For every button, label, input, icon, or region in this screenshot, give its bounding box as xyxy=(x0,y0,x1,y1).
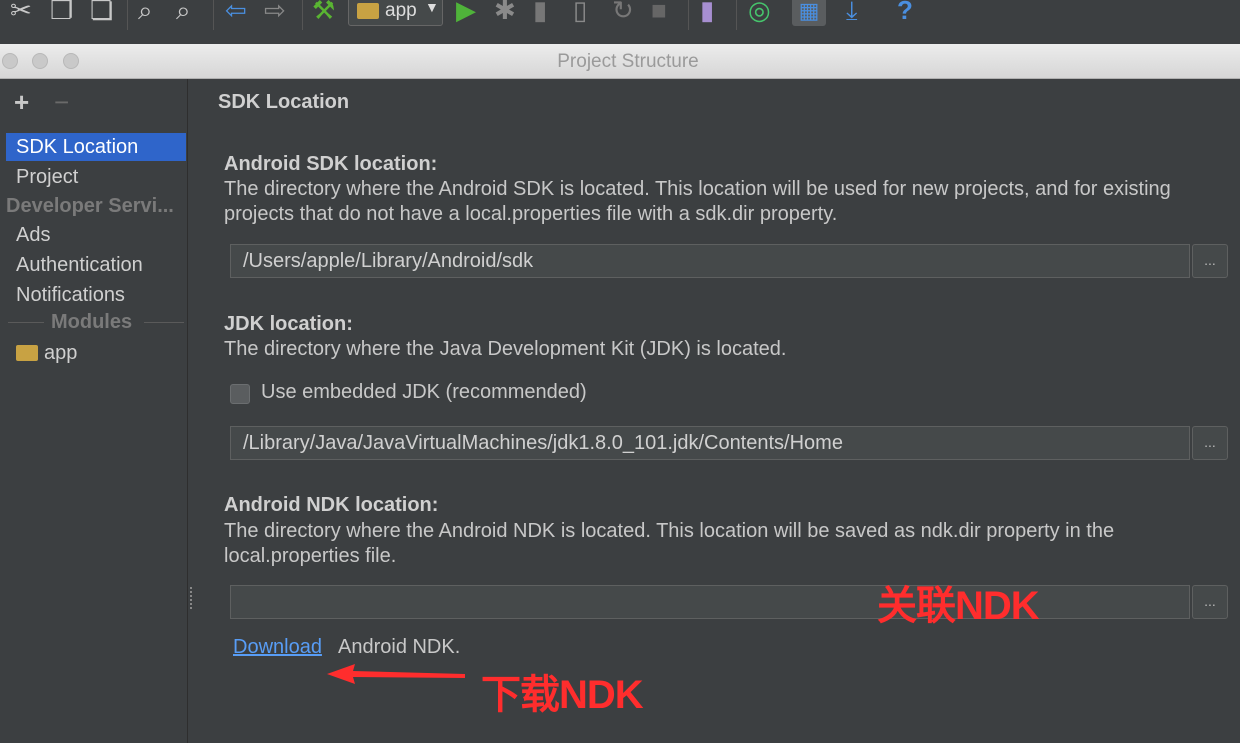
add-button[interactable]: + xyxy=(14,89,29,115)
download-ndk-link[interactable]: Download xyxy=(233,636,322,659)
sidebar-item-authentication[interactable]: Authentication xyxy=(6,251,186,279)
stop-icon[interactable]: ■ xyxy=(651,0,667,26)
module-folder-icon xyxy=(16,345,38,361)
sidebar-item-project[interactable]: Project xyxy=(6,163,186,191)
page-title: SDK Location xyxy=(218,91,350,113)
android-ndk-browse-button[interactable]: ... xyxy=(1192,585,1228,619)
toolbar-separator xyxy=(127,0,128,30)
sidebar: + − SDK Location Project Developer Servi… xyxy=(0,79,188,743)
back-icon[interactable]: ⇦ xyxy=(225,0,247,26)
replace-icon[interactable]: ⌕ xyxy=(176,0,191,26)
jdk-description: The directory where the Java Development… xyxy=(224,338,787,360)
android-sdk-browse-button[interactable]: ... xyxy=(1192,244,1228,278)
find-icon[interactable]: ⌕ xyxy=(138,0,153,26)
attach-debugger-icon[interactable]: ▯ xyxy=(573,0,587,26)
toolbar-separator xyxy=(688,0,689,30)
cut-icon[interactable]: ✂ xyxy=(10,0,32,26)
arrow-annotation xyxy=(327,664,465,684)
remove-button[interactable]: − xyxy=(54,89,69,115)
sidebar-item-app[interactable]: app xyxy=(6,339,186,367)
toolbar-separator xyxy=(302,0,303,30)
project-structure-dialog: Project Structure + − SDK Location Proje… xyxy=(0,44,1240,743)
copy-icon[interactable]: ❐ xyxy=(50,0,73,26)
forward-icon[interactable]: ⇨ xyxy=(264,0,286,26)
android-sdk-title: Android SDK location: xyxy=(224,153,438,175)
build-hammer-icon[interactable]: ⚒ xyxy=(312,0,335,26)
use-embedded-jdk-label[interactable]: Use embedded JDK (recommended) xyxy=(261,381,587,404)
modules-divider xyxy=(144,322,184,323)
sidebar-item-sdk-location[interactable]: SDK Location xyxy=(6,133,186,161)
sidebar-group-modules: Modules xyxy=(51,311,133,333)
sdk-location-panel: SDK Location Android SDK location: The d… xyxy=(188,79,1240,743)
download-ndk-annotation: 下载NDK xyxy=(481,673,644,717)
sdk-manager-icon[interactable]: ⤓ xyxy=(846,0,858,26)
toolbar-separator xyxy=(213,0,214,30)
run-configuration-label: app xyxy=(385,0,417,21)
sidebar-group-developer-services: Developer Servi... xyxy=(6,195,174,217)
jdk-path-field[interactable]: /Library/Java/JavaVirtualMachines/jdk1.8… xyxy=(230,426,1190,460)
jdk-title: JDK location: xyxy=(224,313,353,335)
link-ndk-annotation: 关联NDK xyxy=(877,584,1040,628)
android-ndk-description: The directory where the Android NDK is l… xyxy=(224,520,1115,567)
dialog-titlebar: Project Structure xyxy=(0,44,1240,79)
help-icon[interactable]: ? xyxy=(897,0,913,26)
project-structure-icon[interactable]: ▦ xyxy=(792,0,826,26)
android-sdk-description: The directory where the Android SDK is l… xyxy=(224,178,1171,225)
android-ndk-path-field[interactable] xyxy=(230,585,1190,619)
avd-manager-icon[interactable]: ▮ xyxy=(700,0,714,26)
dialog-title: Project Structure xyxy=(557,51,699,72)
jdk-browse-button[interactable]: ... xyxy=(1192,426,1228,460)
run-icon[interactable]: ▶ xyxy=(456,0,476,26)
sidebar-item-ads[interactable]: Ads xyxy=(6,221,186,249)
android-sdk-path-field[interactable]: /Users/apple/Library/Android/sdk xyxy=(230,244,1190,278)
ide-toolbar: ✂ ❐ ❏ ⌕ ⌕ ⇦ ⇨ ⚒ app ▼ ▶ ✱ ▮ ▯ ↻ ■ ▮ ◎ ▦ … xyxy=(0,0,1240,45)
run-configuration-select[interactable]: app ▼ xyxy=(348,0,443,26)
apply-changes-icon[interactable]: ↻ xyxy=(612,0,634,26)
use-embedded-jdk-checkbox[interactable] xyxy=(230,384,250,404)
paste-icon[interactable]: ❏ xyxy=(90,0,113,26)
profile-icon[interactable]: ▮ xyxy=(533,0,547,26)
debug-icon[interactable]: ✱ xyxy=(494,0,516,26)
download-ndk-text: Android NDK. xyxy=(338,636,461,658)
modules-divider xyxy=(8,322,44,323)
module-folder-icon xyxy=(357,3,379,19)
sidebar-item-notifications[interactable]: Notifications xyxy=(6,281,186,309)
chevron-down-icon: ▼ xyxy=(425,0,439,15)
sidebar-item-app-label: app xyxy=(44,342,78,364)
android-ndk-title: Android NDK location: xyxy=(224,494,439,516)
toolbar-separator xyxy=(736,0,737,30)
sync-gradle-icon[interactable]: ◎ xyxy=(748,0,771,26)
